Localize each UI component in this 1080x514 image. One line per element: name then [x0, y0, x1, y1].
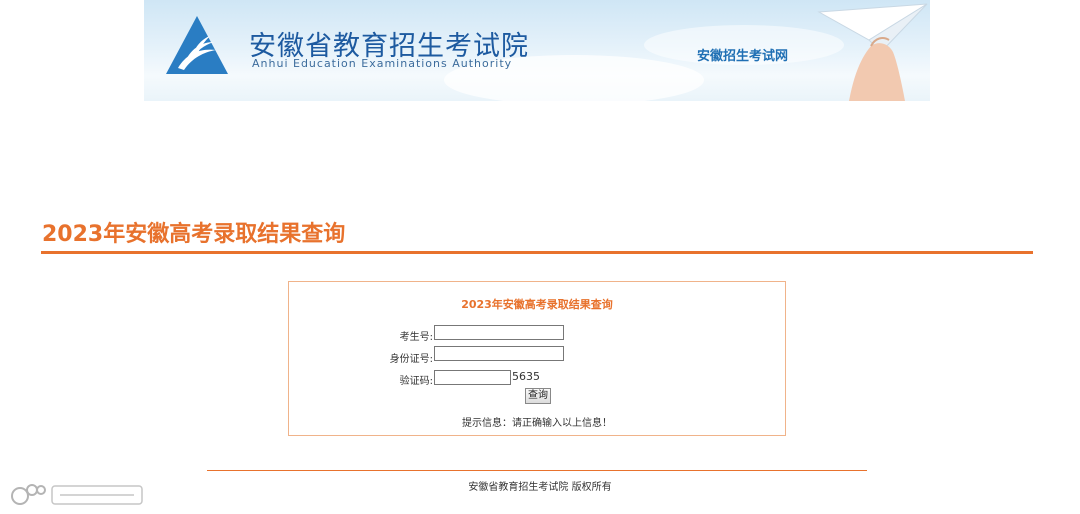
form-title: 2023年安徽高考录取结果查询 [461, 298, 613, 311]
id-no-input[interactable] [434, 346, 564, 361]
query-button[interactable]: 查询 [525, 388, 551, 404]
captcha-input[interactable] [434, 370, 511, 385]
footer-divider [207, 470, 867, 471]
watermark-logo-icon [11, 484, 143, 505]
copyright-text: 安徽省教育招生考试院 版权所有 [468, 482, 612, 493]
exam-no-label: 考生号: [399, 332, 433, 343]
site-name: 安徽招生考试网 [697, 49, 789, 64]
query-form: 2023年安徽高考录取结果查询 考生号: 身份证号: 验证码: 5635 查询 … [288, 281, 786, 436]
hint-message: 提示信息：请正确输入以上信息！ [462, 418, 612, 429]
header-banner: 安徽省教育招生考试院 Anhui Education Examinations … [144, 0, 930, 101]
org-name-en: Anhui Education Examinations Authority [252, 57, 513, 70]
title-divider [41, 251, 1033, 254]
org-logo-icon [166, 16, 228, 74]
paper-plane-hand-icon [817, 3, 928, 101]
captcha-label: 验证码: [399, 376, 433, 387]
captcha-code: 5635 [512, 370, 540, 383]
exam-no-input[interactable] [434, 325, 564, 340]
page-title: 2023年安徽高考录取结果查询 [42, 222, 346, 247]
id-no-label: 身份证号: [389, 354, 433, 365]
